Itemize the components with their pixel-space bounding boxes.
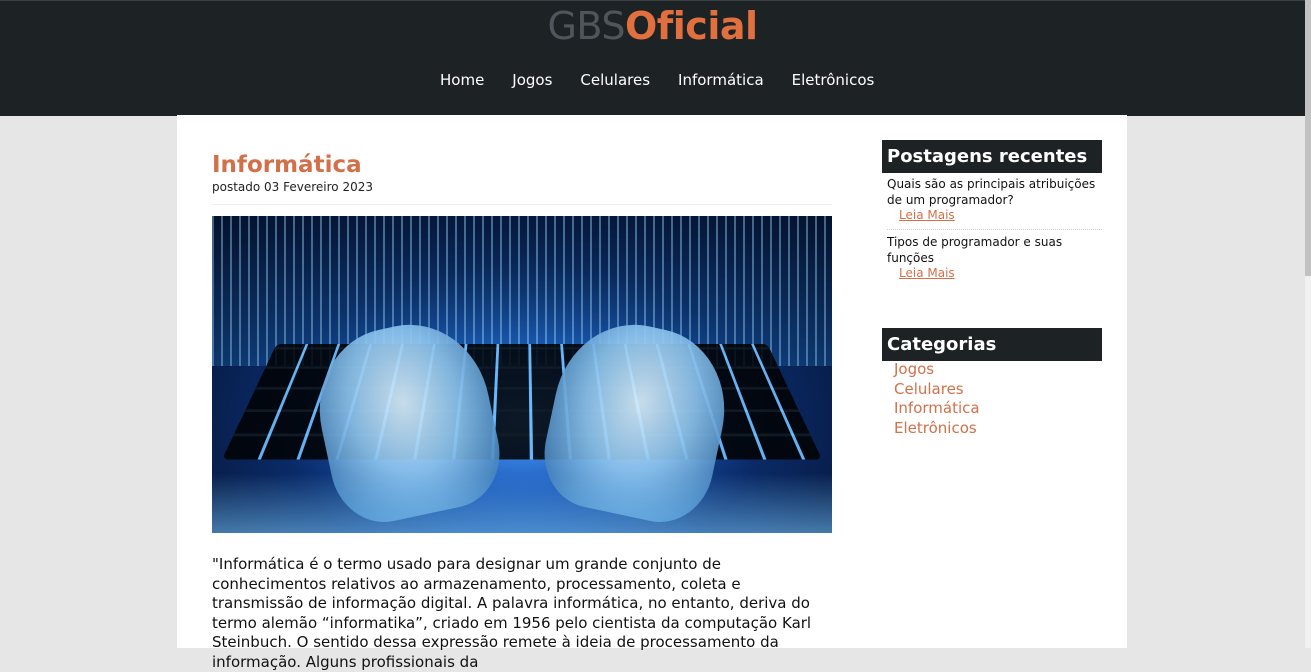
main-nav: Home Jogos Celulares Informática Eletrôn… xyxy=(426,69,888,91)
category-jogos[interactable]: Jogos xyxy=(894,360,980,380)
read-more-link[interactable]: Leia Mais xyxy=(899,266,1102,281)
categories-list: Jogos Celulares Informática Eletrônicos xyxy=(894,360,980,438)
site-logo[interactable]: GBSOficial xyxy=(0,4,1305,48)
recent-post-title[interactable]: Quais são as principais atribuições de u… xyxy=(887,177,1102,208)
read-more-link[interactable]: Leia Mais xyxy=(899,208,1102,223)
nav-jogos[interactable]: Jogos xyxy=(498,69,566,91)
keyboard-hands-image xyxy=(212,216,832,533)
recent-posts-list: Quais são as principais atribuições de u… xyxy=(887,177,1102,292)
post-divider xyxy=(212,204,832,205)
post-title[interactable]: Informática xyxy=(212,151,362,179)
recent-post-item: Quais são as principais atribuições de u… xyxy=(887,177,1102,230)
logo-part-oficial: Oficial xyxy=(624,4,758,48)
logo-part-gbs: GBS xyxy=(547,4,625,48)
recent-post-title[interactable]: Tipos de programador e suas funções xyxy=(887,235,1102,266)
glow-graphic xyxy=(212,473,832,533)
category-informatica[interactable]: Informática xyxy=(894,399,980,419)
keyboard-graphic xyxy=(221,343,823,460)
post-date: postado 03 Fevereiro 2023 xyxy=(212,180,373,194)
page-scrollbar[interactable] xyxy=(1305,0,1311,648)
categories-heading: Categorias xyxy=(882,328,1102,361)
category-celulares[interactable]: Celulares xyxy=(894,380,980,400)
nav-eletronicos[interactable]: Eletrônicos xyxy=(778,69,889,91)
scrollbar-thumb[interactable] xyxy=(1305,0,1311,276)
nav-home[interactable]: Home xyxy=(426,69,498,91)
nav-informatica[interactable]: Informática xyxy=(664,69,778,91)
main-content: Informática postado 03 Fevereiro 2023 "I… xyxy=(177,115,1127,671)
post-body-text: "Informática é o termo usado para design… xyxy=(212,555,812,671)
recent-posts-heading: Postagens recentes xyxy=(882,140,1102,173)
site-header: GBSOficial Home Jogos Celulares Informát… xyxy=(0,0,1305,116)
nav-celulares[interactable]: Celulares xyxy=(566,69,664,91)
category-eletronicos[interactable]: Eletrônicos xyxy=(894,419,980,439)
recent-post-item: Tipos de programador e suas funções Leia… xyxy=(887,235,1102,287)
